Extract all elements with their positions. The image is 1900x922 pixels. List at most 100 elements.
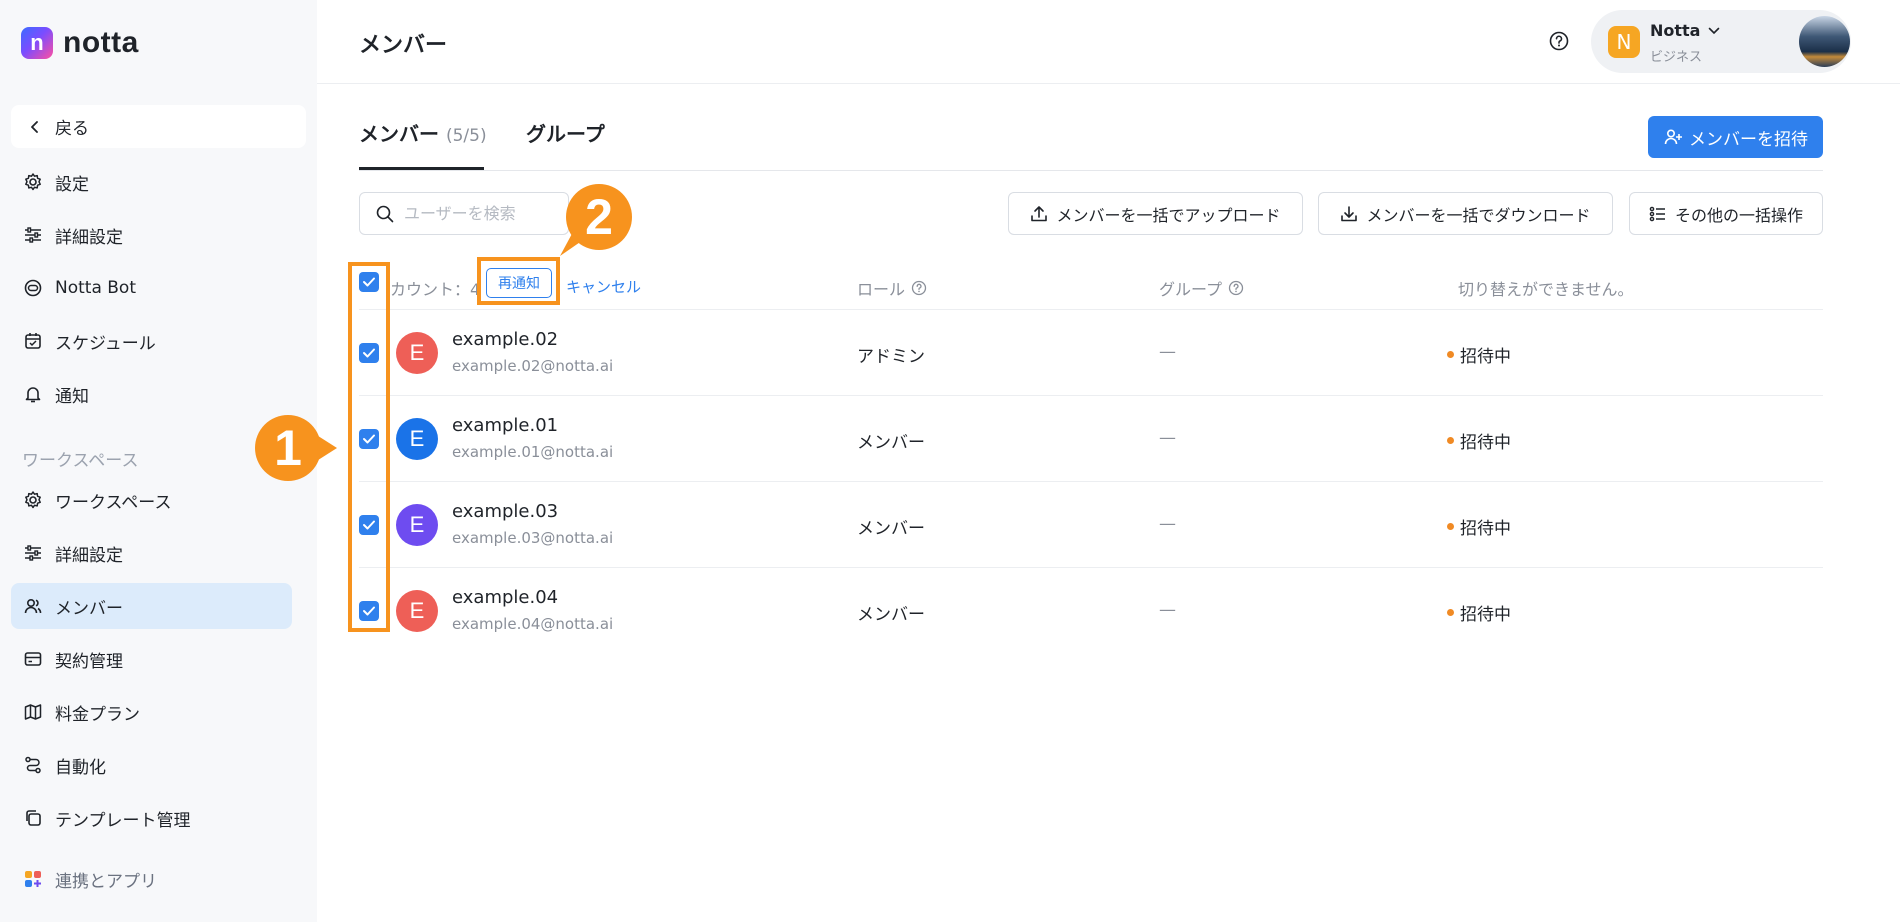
step-badge-1-pointer bbox=[315, 434, 337, 462]
sidebar-item-label: ワークスペース bbox=[55, 492, 172, 513]
bulk-upload-button[interactable]: メンバーを一括でアップロード bbox=[1008, 192, 1303, 235]
resend-button-highlight bbox=[477, 257, 560, 305]
column-role: ロール bbox=[857, 276, 927, 300]
member-group: — bbox=[1159, 600, 1176, 620]
download-icon bbox=[1341, 205, 1358, 221]
upload-icon bbox=[1031, 205, 1048, 221]
sidebar-item-label: Notta Bot bbox=[55, 278, 136, 298]
sidebar-item-notifications[interactable]: 通知 bbox=[11, 371, 292, 417]
table-header: カウント：4 再通知 キャンセル ロール グループ 切り替えができません。 bbox=[359, 262, 1823, 310]
workspace-section-heading: ワークスペース bbox=[22, 451, 139, 471]
search-input[interactable] bbox=[404, 204, 554, 223]
member-email: example.02@notta.ai bbox=[452, 357, 614, 375]
cancel-selection-link[interactable]: キャンセル bbox=[566, 276, 641, 297]
active-tab-indicator bbox=[359, 167, 484, 170]
bulk-download-label: メンバーを一括でダウンロード bbox=[1366, 205, 1591, 225]
account-name-label: Notta bbox=[1650, 21, 1701, 40]
back-label: 戻る bbox=[55, 119, 89, 139]
calendar-icon bbox=[25, 333, 41, 349]
help-icon[interactable] bbox=[1548, 30, 1570, 52]
step-badge-1: 1 bbox=[255, 415, 321, 481]
member-name: example.04 bbox=[452, 587, 559, 608]
sidebar-item-label: 詳細設定 bbox=[55, 227, 123, 248]
sidebar-item-advanced-settings[interactable]: 詳細設定 bbox=[11, 212, 292, 258]
table-row[interactable]: E example.04 example.04@notta.ai メンバー — … bbox=[359, 568, 1823, 654]
tabs-divider bbox=[359, 170, 1823, 171]
avatar: E bbox=[396, 418, 438, 460]
bulk-upload-label: メンバーを一括でアップロード bbox=[1056, 205, 1281, 225]
bulk-download-button[interactable]: メンバーを一括でダウンロード bbox=[1318, 192, 1613, 235]
column-group-label: グループ bbox=[1159, 280, 1223, 299]
sidebar-item-automation[interactable]: 自動化 bbox=[11, 742, 292, 788]
search-icon bbox=[376, 205, 394, 222]
sidebar-item-integrations[interactable]: 連携とアプリ bbox=[11, 856, 292, 902]
member-role[interactable]: メンバー bbox=[857, 514, 925, 539]
member-role[interactable]: メンバー bbox=[857, 600, 925, 625]
notta-logo[interactable]: n notta bbox=[21, 26, 139, 60]
sliders-icon bbox=[25, 545, 41, 561]
sidebar-item-templates[interactable]: テンプレート管理 bbox=[11, 795, 292, 841]
member-group: — bbox=[1159, 428, 1176, 448]
account-avatar: N bbox=[1608, 26, 1640, 58]
table-row[interactable]: E example.03 example.03@notta.ai メンバー — … bbox=[359, 482, 1823, 568]
invite-label: メンバーを招待 bbox=[1689, 129, 1808, 150]
gear-icon bbox=[25, 491, 41, 509]
logo-text: notta bbox=[63, 26, 139, 59]
member-name: example.01 bbox=[452, 415, 559, 436]
top-header: メンバー N Notta ビジネス bbox=[317, 0, 1900, 84]
member-role[interactable]: アドミン bbox=[857, 342, 925, 367]
sidebar-item-workspace-advanced-settings[interactable]: 詳細設定 bbox=[11, 530, 292, 576]
step-badge-2-pointer bbox=[560, 230, 586, 256]
status-dot bbox=[1447, 609, 1454, 616]
notta-logo-icon: n bbox=[21, 27, 53, 59]
users-icon bbox=[24, 598, 42, 614]
bot-icon bbox=[24, 279, 42, 297]
other-bulk-actions-button[interactable]: その他の一括操作 bbox=[1629, 192, 1823, 235]
template-icon bbox=[26, 810, 41, 826]
column-group: グループ bbox=[1159, 276, 1244, 300]
sidebar-item-notta-bot[interactable]: Notta Bot bbox=[11, 265, 292, 311]
chevron-left-icon bbox=[31, 120, 38, 133]
apps-icon bbox=[25, 871, 41, 887]
invite-member-button[interactable]: メンバーを招待 bbox=[1648, 116, 1823, 158]
tab-members[interactable]: メンバー (5/5) bbox=[359, 118, 487, 147]
sidebar-item-label: 連携とアプリ bbox=[55, 871, 157, 892]
member-email: example.03@notta.ai bbox=[452, 529, 614, 547]
account-plan: ビジネス bbox=[1650, 50, 1703, 65]
status-label: 招待中 bbox=[1460, 519, 1511, 539]
status-label: 招待中 bbox=[1460, 433, 1511, 453]
account-switcher[interactable]: N Notta ビジネス bbox=[1591, 10, 1851, 73]
member-group: — bbox=[1159, 514, 1176, 534]
sidebar-item-members[interactable]: メンバー bbox=[11, 583, 292, 629]
sidebar-item-settings[interactable]: 設定 bbox=[11, 159, 292, 205]
card-icon bbox=[24, 652, 42, 666]
table-row[interactable]: E example.02 example.02@notta.ai アドミン — … bbox=[359, 310, 1823, 396]
bell-icon bbox=[25, 387, 41, 403]
sidebar-item-pricing[interactable]: 料金プラン bbox=[11, 689, 292, 735]
help-icon[interactable] bbox=[911, 280, 927, 296]
sidebar-item-label: 料金プラン bbox=[55, 704, 140, 725]
sidebar-item-schedule[interactable]: スケジュール bbox=[11, 318, 292, 364]
tab-groups[interactable]: グループ bbox=[526, 118, 605, 147]
sidebar-item-label: 通知 bbox=[55, 386, 89, 407]
member-group: — bbox=[1159, 342, 1176, 362]
sidebar-item-label: 契約管理 bbox=[55, 651, 123, 672]
column-role-label: ロール bbox=[857, 280, 906, 299]
member-status: 招待中 bbox=[1447, 600, 1511, 625]
sidebar-item-contract[interactable]: 契約管理 bbox=[11, 636, 292, 682]
sidebar-item-label: 詳細設定 bbox=[55, 545, 123, 566]
list-icon bbox=[1649, 206, 1665, 221]
flow-icon bbox=[25, 756, 41, 774]
sidebar-item-label: 設定 bbox=[55, 174, 89, 195]
sidebar-item-label: メンバー bbox=[55, 598, 123, 619]
member-name: example.03 bbox=[452, 501, 559, 522]
sidebar-item-workspace[interactable]: ワークスペース bbox=[11, 477, 292, 523]
member-name: example.02 bbox=[452, 329, 559, 350]
table-row[interactable]: E example.01 example.01@notta.ai メンバー — … bbox=[359, 396, 1823, 482]
search-box[interactable] bbox=[359, 192, 569, 235]
back-button[interactable]: 戻る bbox=[11, 105, 306, 148]
user-avatar-photo[interactable] bbox=[1799, 16, 1850, 67]
member-role[interactable]: メンバー bbox=[857, 428, 925, 453]
help-icon[interactable] bbox=[1228, 280, 1244, 296]
map-icon bbox=[24, 704, 42, 720]
